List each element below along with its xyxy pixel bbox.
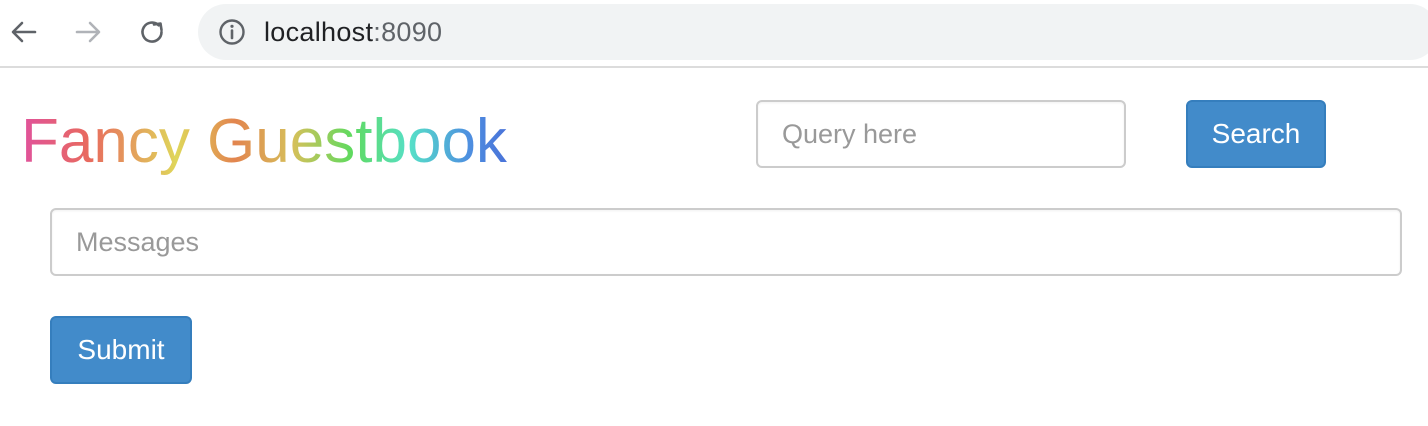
message-input[interactable] xyxy=(50,208,1402,276)
address-bar[interactable]: localhost:8090 xyxy=(198,4,1428,60)
reload-button[interactable] xyxy=(136,16,168,48)
search-input[interactable] xyxy=(756,100,1126,168)
back-button[interactable] xyxy=(8,16,40,48)
submit-button[interactable]: Submit xyxy=(50,316,192,384)
browser-toolbar: localhost:8090 xyxy=(0,0,1428,68)
reload-icon xyxy=(137,17,167,47)
url-port: :8090 xyxy=(373,17,443,47)
arrow-right-icon xyxy=(73,17,103,47)
url-text: localhost:8090 xyxy=(264,4,442,60)
info-icon[interactable] xyxy=(218,18,246,46)
brand-title[interactable]: Fancy Guestbook xyxy=(21,106,507,178)
arrow-left-icon xyxy=(9,17,39,47)
forward-button[interactable] xyxy=(72,16,104,48)
url-host: localhost xyxy=(264,17,374,47)
search-button[interactable]: Search xyxy=(1186,100,1326,168)
